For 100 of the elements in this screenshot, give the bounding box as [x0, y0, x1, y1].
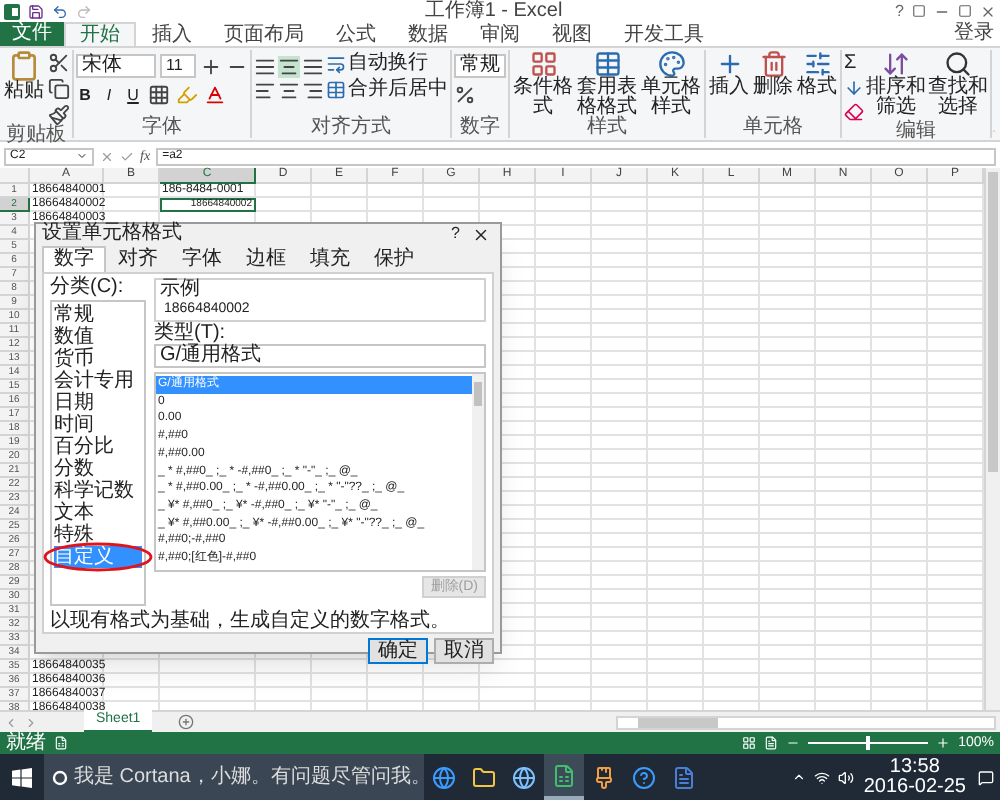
tray-expand-icon[interactable]: [791, 770, 806, 784]
category-item[interactable]: 分数: [54, 458, 144, 480]
ribbon-tab[interactable]: 开始: [64, 22, 136, 46]
dialog-button[interactable]: 确定: [368, 638, 428, 664]
undo-icon[interactable]: [52, 3, 68, 19]
close-icon[interactable]: [472, 225, 490, 243]
zoom-in-icon[interactable]: [936, 736, 951, 750]
save-icon[interactable]: [28, 3, 44, 19]
ribbon-tab[interactable]: 视图: [536, 22, 608, 46]
category-item[interactable]: 特殊: [54, 524, 144, 546]
dialog-button[interactable]: 取消: [434, 638, 494, 664]
sample-label: 示例: [160, 280, 202, 300]
font-color-icon[interactable]: [204, 84, 226, 106]
ribbon-tab[interactable]: 页面布局: [208, 22, 320, 46]
table-icon: [593, 50, 621, 78]
dialog-tab[interactable]: 保护: [362, 246, 426, 272]
style-toggle[interactable]: B: [76, 85, 94, 105]
ribbon-tab[interactable]: 数据: [392, 22, 464, 46]
normal-view-icon[interactable]: [742, 736, 757, 750]
start-icon[interactable]: [12, 767, 32, 787]
ribbon-button[interactable]: 插入: [708, 50, 750, 98]
ribbon-tab[interactable]: 插入: [136, 22, 208, 46]
align-left-icon[interactable]: [254, 80, 276, 102]
type-input[interactable]: G/通用格式: [154, 344, 486, 368]
file-tab[interactable]: 文件: [0, 22, 64, 46]
volume-icon[interactable]: [837, 769, 854, 785]
top-align-icon[interactable]: [254, 56, 276, 78]
copy-icon[interactable]: [48, 78, 70, 100]
dialog-tab[interactable]: 边框: [234, 246, 298, 272]
cancel-icon[interactable]: [100, 149, 114, 163]
merge-center-button[interactable]: 合并后居中: [326, 80, 448, 100]
ribbon-tab[interactable]: 开发工具: [608, 22, 720, 46]
group-label: 编辑: [896, 122, 936, 142]
dialog-tab[interactable]: 字体: [170, 246, 234, 272]
category-item[interactable]: 文本: [54, 502, 144, 524]
grow-font-icon[interactable]: [200, 55, 222, 77]
ribbon-tab[interactable]: 审阅: [464, 22, 536, 46]
search-field[interactable]: 我是 Cortana，小娜。有问题尽管问我。: [44, 754, 424, 800]
sort-icon: [882, 50, 910, 78]
help-button[interactable]: ?: [895, 1, 904, 21]
fill-icon[interactable]: [844, 78, 864, 98]
middle-align-icon[interactable]: [278, 56, 300, 78]
ribbon-button[interactable]: 条件格式: [512, 50, 574, 118]
group-label: 对齐方式: [311, 118, 391, 138]
ribbon-button[interactable]: 单元格样式: [640, 50, 702, 118]
align-center-icon[interactable]: [278, 80, 300, 102]
category-item[interactable]: 常规: [54, 304, 144, 326]
ribbon-button[interactable]: 查找和选择: [928, 50, 988, 118]
notifications-icon[interactable]: [978, 769, 994, 785]
page-layout-icon[interactable]: [764, 736, 779, 750]
help-app-icon[interactable]: [632, 765, 656, 789]
ribbon-tab[interactable]: 公式: [320, 22, 392, 46]
group-label: 字体: [142, 118, 182, 138]
zoom-thumb[interactable]: [866, 736, 871, 750]
category-item[interactable]: 货币: [54, 348, 144, 370]
border-icon[interactable]: [148, 84, 170, 106]
clock-date[interactable]: 2016-02-25: [863, 777, 966, 797]
brush-icon[interactable]: [48, 104, 70, 126]
category-item[interactable]: 时间: [54, 414, 144, 436]
bottom-align-icon[interactable]: [302, 56, 324, 78]
clock-time[interactable]: 13:58: [889, 757, 940, 777]
ribbon-display-icon[interactable]: [912, 4, 926, 18]
ribbon-button[interactable]: 删除: [752, 50, 794, 98]
category-item[interactable]: 日期: [54, 392, 144, 414]
sign-in-link[interactable]: 登录: [954, 22, 1000, 46]
font-select[interactable]: 宋体: [76, 54, 156, 78]
wrap-text-button[interactable]: 自动换行: [326, 54, 448, 74]
cut-icon[interactable]: [48, 52, 70, 74]
help-button[interactable]: ?: [443, 224, 468, 244]
ribbon-button[interactable]: 排序和筛选: [866, 50, 926, 118]
category-item[interactable]: 会计专用: [54, 370, 144, 392]
globe-icon[interactable]: [512, 765, 536, 789]
style-toggle[interactable]: I: [100, 85, 118, 105]
dialog-tab[interactable]: 数字: [42, 246, 106, 272]
maximize-icon[interactable]: [958, 4, 972, 18]
ribbon-button[interactable]: 套用表格格式: [576, 50, 638, 118]
align-right-icon[interactable]: [302, 80, 324, 102]
network-icon[interactable]: [813, 769, 830, 785]
ribbon-button[interactable]: 格式: [796, 50, 838, 98]
browser-icon[interactable]: [432, 765, 456, 789]
style-toggle[interactable]: U: [124, 85, 142, 105]
zoom-out-icon[interactable]: [786, 736, 801, 750]
spreadsheet-app-icon[interactable]: [544, 754, 584, 800]
folder-icon[interactable]: [472, 765, 496, 789]
dialog-tab[interactable]: 对齐: [106, 246, 170, 272]
enter-icon[interactable]: [120, 149, 134, 163]
autosum-button[interactable]: Σ: [844, 52, 864, 74]
add-sheet-icon[interactable]: [178, 714, 195, 730]
category-item[interactable]: 科学记数: [54, 480, 144, 502]
paste-button[interactable]: 粘贴: [2, 50, 46, 102]
document-app-icon[interactable]: [672, 765, 696, 789]
category-item[interactable]: 数值: [54, 326, 144, 348]
eraser-icon[interactable]: [844, 102, 864, 122]
category-item[interactable]: 百分比: [54, 436, 144, 458]
font-size-select[interactable]: 11: [160, 54, 196, 78]
paint-icon[interactable]: [592, 765, 616, 789]
percent-icon[interactable]: [454, 84, 476, 106]
dialog-tab[interactable]: 填充: [298, 246, 362, 272]
macro-record-icon[interactable]: [54, 736, 68, 750]
number-format-select[interactable]: 常规: [454, 54, 506, 78]
